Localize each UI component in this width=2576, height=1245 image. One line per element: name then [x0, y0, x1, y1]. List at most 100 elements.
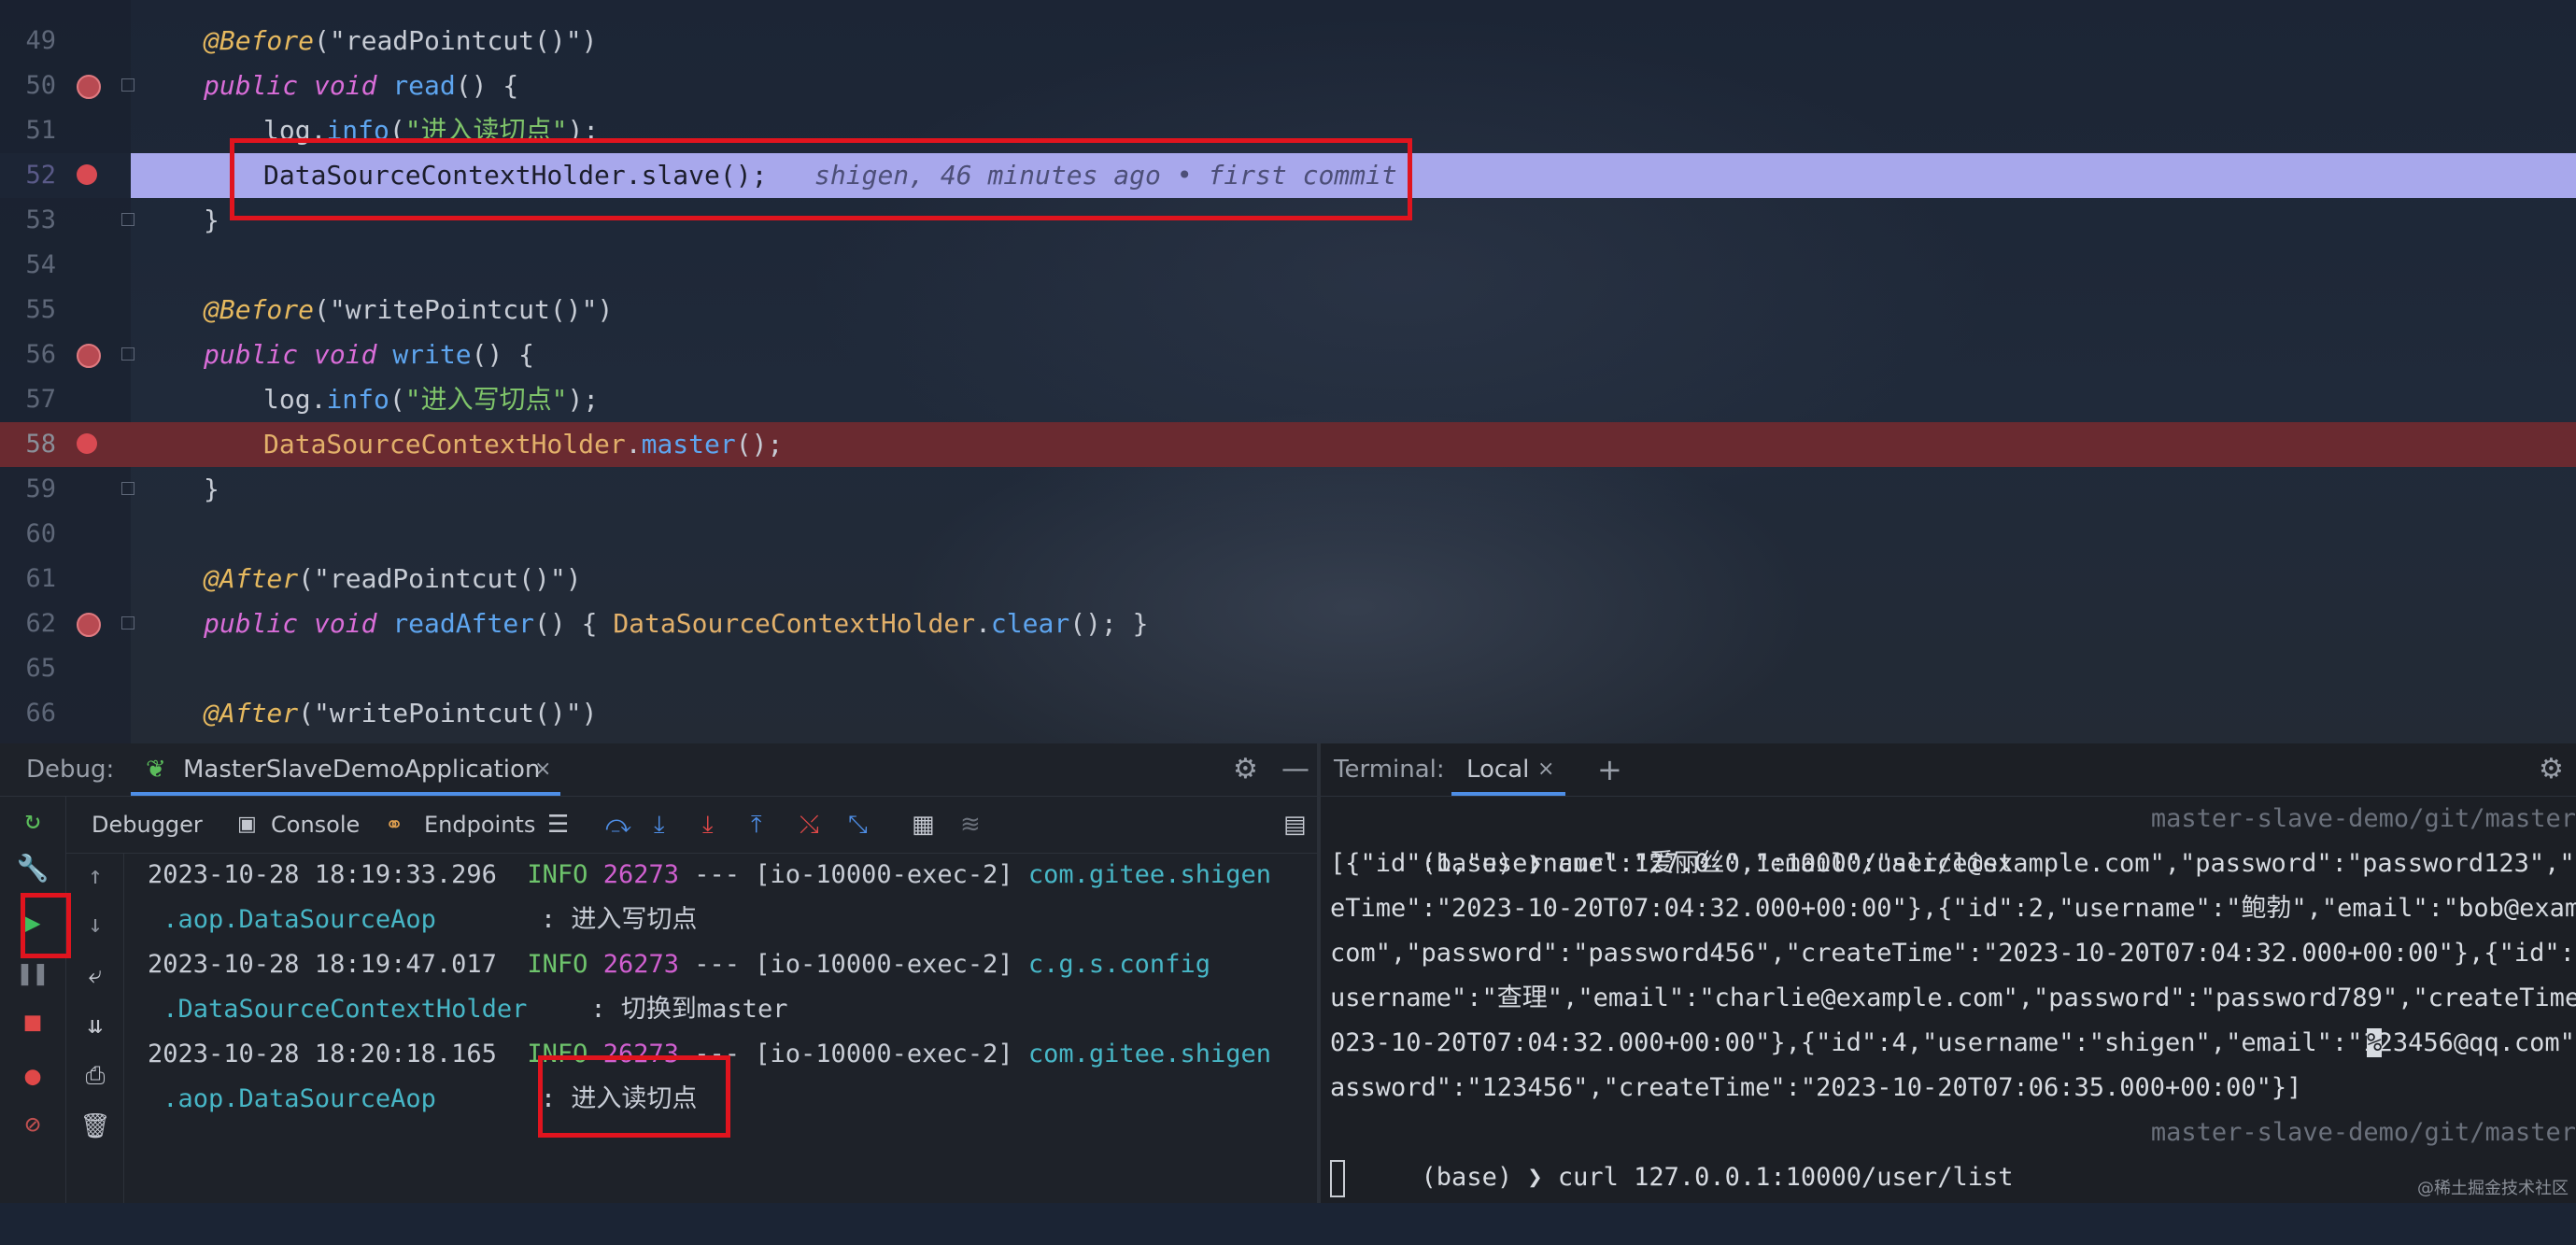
- fold-icon[interactable]: [121, 482, 134, 495]
- gear-icon[interactable]: ⚙: [1233, 743, 1258, 796]
- terminal-output-line: eTime":"2023-10-20T07:04:32.000+00:00"},…: [1330, 894, 2576, 923]
- code-line[interactable]: 56 public void write() {: [0, 332, 2576, 377]
- force-step-into-icon[interactable]: ⤓: [702, 797, 714, 853]
- code-line[interactable]: 59}: [0, 467, 2576, 512]
- code-token: () {: [455, 70, 519, 101]
- code-token: ("readPointcut()"): [298, 563, 582, 594]
- breakpoint-icon[interactable]: [77, 433, 97, 454]
- mute-breakpoints-icon[interactable]: ⊘: [0, 1109, 65, 1139]
- code-line[interactable]: 57 log.info("进入写切点");: [0, 377, 2576, 422]
- line-number: 59: [25, 474, 56, 503]
- method-breakpoint-icon[interactable]: [77, 613, 101, 637]
- drop-frame-icon[interactable]: ⤯: [800, 797, 819, 853]
- code-line[interactable]: 54: [0, 243, 2576, 288]
- code-token: (); }: [1069, 608, 1149, 639]
- code-text: log.info("进入写切点");: [263, 377, 599, 422]
- log-logger-link[interactable]: com.gitee.shigen: [1028, 860, 1271, 889]
- code-line[interactable]: 65: [0, 646, 2576, 691]
- evaluate-icon[interactable]: ▦: [912, 797, 935, 853]
- code-line[interactable]: 50 public void read() {: [0, 64, 2576, 108]
- stop-icon[interactable]: ■: [0, 1006, 65, 1037]
- code-line[interactable]: 61 @After("readPointcut()"): [0, 557, 2576, 601]
- log-logger-link[interactable]: .aop.DataSourceAop: [163, 1084, 436, 1113]
- terminal-output-line: 023-10-20T07:04:32.000+00:00"},{"id":4,"…: [1330, 1028, 2576, 1057]
- code-line[interactable]: 62 public void readAfter() { DataSourceCo…: [0, 601, 2576, 646]
- code-token: "): [565, 25, 598, 56]
- log-separator: ---: [694, 950, 741, 979]
- fold-icon[interactable]: [121, 213, 134, 226]
- step-over-icon[interactable]: ⤼: [605, 797, 631, 853]
- terminal-tab-local[interactable]: Local ×: [1451, 743, 1565, 796]
- code-line[interactable]: 60: [0, 512, 2576, 557]
- log-logger-link[interactable]: .DataSourceContextHolder: [163, 995, 527, 1024]
- log-timestamp: 2023-10-28 18:19:47.017: [148, 950, 497, 979]
- debug-config-tab[interactable]: ❦ MasterSlaveDemoApplication ×: [131, 743, 560, 796]
- log-logger-link[interactable]: .aop.DataSourceAop: [163, 905, 436, 934]
- minimize-icon[interactable]: —: [1281, 743, 1309, 796]
- step-into-icon[interactable]: ⤓: [654, 797, 665, 853]
- code-token: @Before: [204, 25, 315, 56]
- soft-wrap-icon[interactable]: ⤶: [67, 961, 123, 990]
- step-out-icon[interactable]: ⤒: [751, 797, 762, 853]
- terminal-output[interactable]: (base) ❯ curl 127.0.0.1:10000/user/list …: [1330, 797, 2576, 1197]
- watermark: @稀土掘金技术社区: [2417, 1179, 2569, 1198]
- line-number: 49: [25, 26, 56, 55]
- code-line[interactable]: 66 @After("writePointcut()"): [0, 691, 2576, 736]
- code-token: write: [392, 339, 472, 370]
- log-level: INFO: [527, 950, 588, 979]
- code-line[interactable]: 49 @Before("readPointcut()"): [0, 19, 2576, 64]
- code-text: @Before("readPointcut()"): [204, 19, 597, 64]
- code-text: @After("writePointcut()"): [204, 691, 597, 736]
- code-token: @After: [204, 563, 299, 594]
- terminal-tabbar: Terminal: Local × + ⚙: [1321, 743, 2576, 797]
- rerun-icon[interactable]: ↻: [0, 804, 65, 835]
- tab-endpoints[interactable]: Endpoints: [424, 797, 535, 853]
- breakpoint-icon[interactable]: [77, 164, 97, 185]
- line-number: 54: [25, 250, 56, 279]
- method-breakpoint-icon[interactable]: [77, 344, 101, 368]
- print-icon[interactable]: ⎙: [67, 1062, 123, 1091]
- down-arrow-icon[interactable]: ↓: [67, 911, 123, 939]
- code-editor[interactable]: 49 @Before("readPointcut()") 50 public void…: [0, 0, 2576, 743]
- code-text: }: [204, 198, 219, 243]
- code-token: clear: [990, 608, 1070, 639]
- log-logger-link[interactable]: c.g.s.config: [1028, 950, 1210, 979]
- menu-icon[interactable]: ☰: [547, 797, 569, 853]
- terminal-output-line: com","password":"password456","createTim…: [1330, 939, 2576, 968]
- line-number: 61: [25, 564, 56, 593]
- add-tab-icon[interactable]: +: [1597, 743, 1622, 796]
- log-level: INFO: [527, 860, 588, 889]
- endpoints-icon: ⚭: [385, 812, 404, 838]
- tab-debugger[interactable]: Debugger: [92, 797, 203, 853]
- tab-console[interactable]: Console: [271, 797, 360, 853]
- method-breakpoint-icon[interactable]: [77, 75, 101, 99]
- view-breakpoints-icon[interactable]: ●: [0, 1060, 65, 1091]
- scroll-to-end-icon[interactable]: ⇊: [67, 1012, 123, 1040]
- console-line: 2023-10-28 18:19:47.017 INFO 26273 --- […: [148, 942, 1210, 987]
- fold-icon[interactable]: [121, 616, 134, 630]
- code-line[interactable]: 55 @Before("writePointcut()"): [0, 288, 2576, 332]
- wrench-icon[interactable]: 🔧: [0, 853, 65, 884]
- log-message: : 进入写切点: [540, 905, 698, 934]
- pause-icon[interactable]: ❚❚: [0, 957, 65, 988]
- layout-icon[interactable]: ▤: [1283, 797, 1307, 853]
- fold-icon[interactable]: [121, 78, 134, 92]
- code-token: (": [314, 25, 346, 56]
- run-to-cursor-icon[interactable]: ⤡: [848, 797, 868, 853]
- close-tab-icon[interactable]: ×: [534, 743, 551, 796]
- code-token: @Before: [204, 294, 315, 325]
- code-token: }: [204, 205, 219, 235]
- trash-icon[interactable]: 🗑: [67, 1112, 123, 1140]
- fold-icon[interactable]: [121, 347, 134, 361]
- code-text: public void read() {: [204, 64, 518, 108]
- terminal-prompt-line: (base) ❯ curl 127.0.0.1:10000/user/list: [1330, 797, 2014, 878]
- close-tab-icon[interactable]: ×: [1537, 743, 1554, 796]
- log-logger-link[interactable]: com.gitee.shigen: [1028, 1040, 1271, 1068]
- code-token: }: [204, 474, 219, 504]
- up-arrow-icon[interactable]: ↑: [67, 862, 123, 890]
- highlight-box-resume: [21, 893, 71, 958]
- code-line[interactable]: 58 DataSourceContextHolder.master();: [0, 422, 2576, 467]
- trace-icon[interactable]: ≋: [960, 797, 981, 853]
- prompt: (base) ❯ curl 127.0.0.1:10000/user/list: [1421, 1163, 2014, 1192]
- gear-icon[interactable]: ⚙: [2539, 743, 2564, 796]
